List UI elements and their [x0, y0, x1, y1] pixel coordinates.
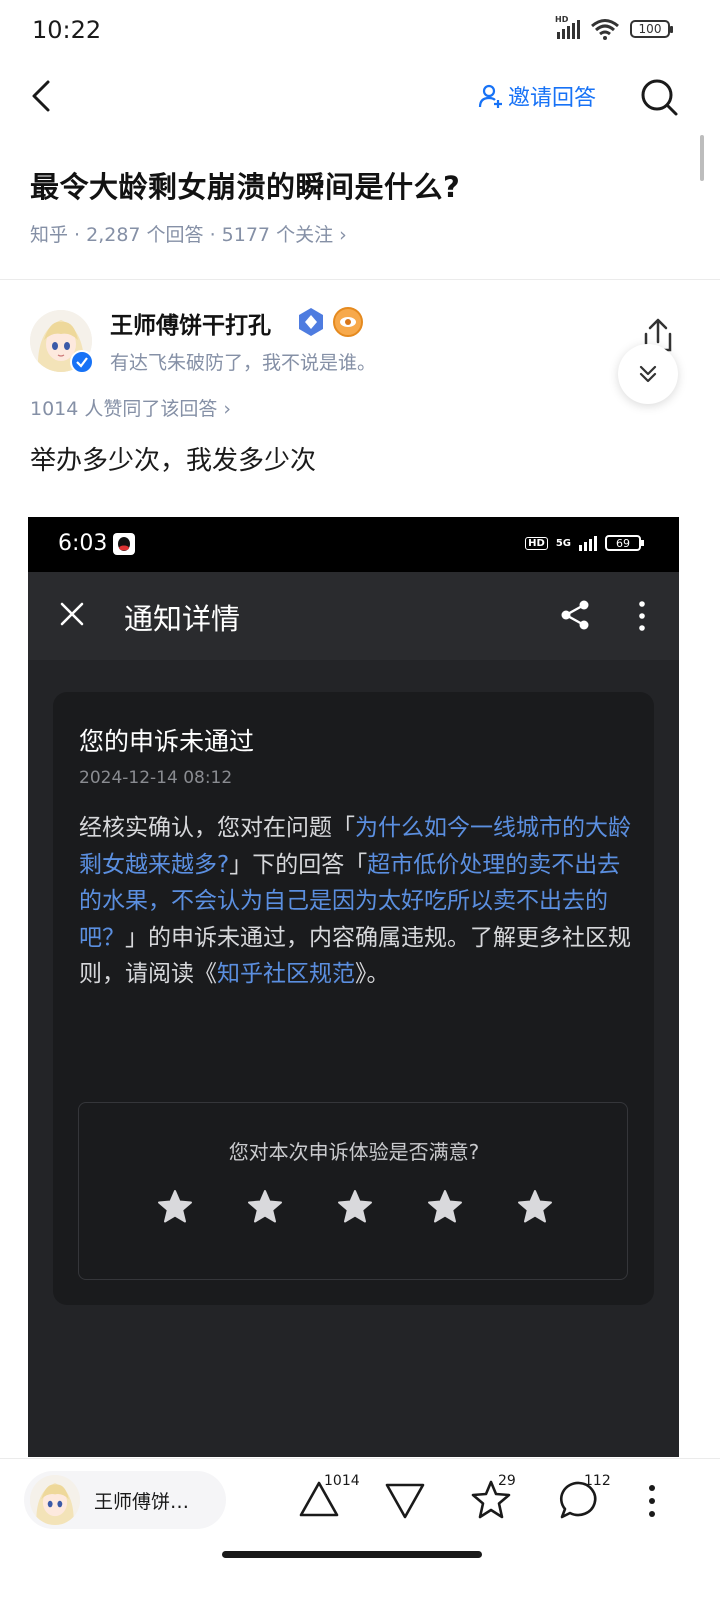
- status-bar: 10:22 HD 100: [0, 0, 720, 62]
- answer-text: 举办多少次，我发多少次: [30, 446, 317, 476]
- question-meta[interactable]: 知乎 · 2,287 个回答 · 5177 个关注 ›: [30, 220, 347, 247]
- notice-title: 您的申诉未通过: [79, 727, 255, 756]
- verified-icon: [70, 350, 94, 374]
- embedded-status-bar: 6:03 HD 5G 69: [28, 517, 679, 572]
- embedded-share-icon: [561, 600, 589, 630]
- double-chevron-down-icon: [639, 365, 657, 383]
- hd-icon: HD: [525, 536, 548, 550]
- embedded-more-icon: [639, 601, 645, 631]
- qq-notification-icon: [113, 533, 135, 555]
- star-icon: [248, 1190, 282, 1223]
- notice-body-text: 」下的回答「: [229, 851, 368, 878]
- close-icon: [60, 602, 84, 626]
- comment-count: 112: [584, 1473, 611, 1489]
- eye-badge-icon[interactable]: [333, 307, 363, 337]
- notice-date: 2024-12-14 08:12: [79, 768, 233, 788]
- star-icon: [338, 1190, 372, 1223]
- author-chip-avatar: [30, 1475, 80, 1525]
- embedded-page-title: 通知详情: [124, 602, 241, 636]
- status-time: 10:22: [32, 16, 102, 44]
- collapse-button[interactable]: [618, 344, 678, 404]
- star-rating: [157, 1189, 553, 1225]
- star-icon: [428, 1190, 462, 1223]
- bottom-action-bar: 王师傅饼… 1014 29 112: [0, 1458, 720, 1600]
- answer-image[interactable]: 6:03 HD 5G 69 通知详情 您的申诉未通过 2024-12-14 08…: [28, 517, 679, 1457]
- notice-body-text: 》。: [355, 961, 390, 987]
- status-icons: HD 100: [555, 15, 673, 40]
- rating-box: 您对本次申诉体验是否满意?: [78, 1102, 628, 1280]
- battery-icon: 100: [630, 20, 673, 38]
- more-options-icon[interactable]: [642, 1481, 662, 1521]
- wifi-icon: [591, 19, 619, 40]
- embedded-app-bar: 通知详情: [28, 572, 679, 660]
- downvote-icon[interactable]: [382, 1477, 428, 1523]
- search-icon[interactable]: [638, 76, 680, 118]
- favorite-count: 29: [498, 1473, 516, 1489]
- divider: [0, 279, 720, 280]
- embedded-status-time: 6:03: [58, 531, 108, 556]
- star-icon: [518, 1190, 552, 1223]
- avatar-illustration-icon: [30, 1475, 80, 1525]
- notice-body-text: 经核实确认，您对在问题「: [79, 815, 355, 841]
- star-icon: [158, 1190, 192, 1223]
- embedded-battery-icon: 69: [605, 535, 644, 551]
- invite-answer-button[interactable]: 邀请回答: [478, 80, 596, 112]
- author-bio: 有达飞朱破防了，我不说是谁。: [110, 352, 377, 374]
- embedded-status-icons: HD 5G 69: [525, 535, 644, 551]
- top-navigation: 邀请回答: [0, 62, 720, 132]
- question-title[interactable]: 最令大龄剩女崩溃的瞬间是什么?: [30, 164, 460, 206]
- creator-badge-icon[interactable]: [296, 307, 326, 337]
- community-rules-link: 知乎社区规范: [217, 961, 355, 987]
- rating-question: 您对本次申诉体验是否满意?: [228, 1140, 480, 1164]
- upvote-summary[interactable]: 1014 人赞同了该回答 ›: [30, 394, 231, 421]
- notice-card: 您的申诉未通过 2024-12-14 08:12 经核实确认，您对在问题「为什么…: [53, 692, 654, 1305]
- embedded-battery-level: 69: [616, 536, 630, 550]
- upvote-count: 1014: [324, 1473, 360, 1489]
- author-name[interactable]: 王师傅饼干打孔: [110, 306, 271, 340]
- battery-level: 100: [638, 22, 662, 36]
- back-arrow-icon[interactable]: [24, 76, 64, 116]
- cellular-signal-icon: HD: [555, 15, 580, 39]
- author-chip[interactable]: 王师傅饼…: [24, 1471, 226, 1529]
- invite-answer-label: 邀请回答: [508, 86, 597, 111]
- notice-body: 经核实确认，您对在问题「为什么如今一线城市的大龄剩女越来越多?」下的回答「超市低…: [79, 810, 639, 993]
- add-person-icon: [478, 84, 502, 108]
- 5g-icon: 5G: [555, 537, 571, 549]
- home-indicator[interactable]: [222, 1551, 482, 1558]
- scrollbar[interactable]: [700, 135, 704, 181]
- author-chip-name: 王师傅饼…: [94, 1491, 190, 1513]
- embedded-signal-icon: [579, 535, 597, 551]
